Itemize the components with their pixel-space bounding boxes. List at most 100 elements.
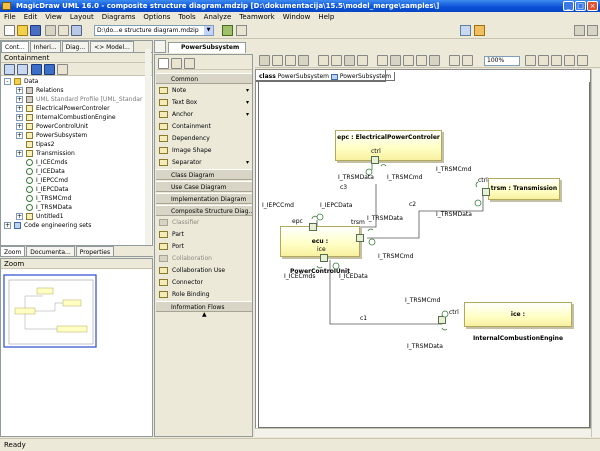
tree-item[interactable]: + Untitled1 [1, 212, 146, 221]
bezier-path-icon[interactable] [357, 55, 368, 66]
palette-item[interactable]: Role Binding [157, 289, 252, 300]
tree-item[interactable]: + UML Standard Profile [UML_Standar [1, 95, 146, 104]
teamwork-icon[interactable] [474, 25, 485, 36]
palette-group[interactable]: Use Case Diagram [156, 181, 252, 192]
tree-item[interactable]: + Transmission [1, 149, 146, 158]
fill-color-icon[interactable] [377, 55, 388, 66]
more-diagram-tools-icon[interactable] [577, 55, 588, 66]
back-icon[interactable] [236, 25, 247, 36]
expand-node-icon[interactable]: + [16, 123, 23, 130]
menu-diagrams[interactable]: Diagrams [98, 12, 140, 23]
expand-node-icon[interactable]: + [16, 96, 23, 103]
expand-node-icon[interactable]: + [16, 105, 23, 112]
expand-all-icon[interactable] [17, 64, 28, 75]
canvas-vertical-scrollbar[interactable] [591, 69, 600, 437]
palette-item[interactable]: Separator ▾ [157, 157, 252, 168]
layout-icon[interactable] [574, 25, 585, 36]
diagram-canvas[interactable]: class PowerSubsystem PowerSubsystem epc … [255, 69, 591, 437]
menu-help[interactable]: Help [314, 12, 338, 23]
tab-zoom[interactable]: Zoom [0, 246, 26, 256]
send-back-icon[interactable] [429, 55, 440, 66]
align-right-icon[interactable] [285, 55, 296, 66]
sort-icon[interactable] [44, 64, 55, 75]
dropdown-arrow-icon[interactable]: ▾ [246, 157, 249, 168]
menu-layout[interactable]: Layout [66, 12, 98, 23]
show-filter-icon[interactable] [31, 64, 42, 75]
palette-item[interactable]: Containment [157, 121, 252, 132]
palette-item[interactable]: Connector [157, 277, 252, 288]
save-icon[interactable] [30, 25, 41, 36]
tree-item[interactable]: I_IEPCCmd [1, 176, 146, 185]
tree-item[interactable]: I_TRSMCmd [1, 194, 146, 203]
menu-window[interactable]: Window [279, 12, 315, 23]
menu-view[interactable]: View [41, 12, 66, 23]
tab-powersubsystem[interactable]: PowerSubsystem [168, 42, 246, 53]
bring-front-icon[interactable] [416, 55, 427, 66]
dropdown-arrow-icon[interactable]: ▾ [246, 85, 249, 96]
undo-icon[interactable] [71, 25, 82, 36]
pointer-icon[interactable] [158, 58, 169, 69]
expand-node-icon[interactable]: + [16, 87, 23, 94]
collapse-node-icon[interactable]: - [4, 78, 11, 85]
tab-properties[interactable]: Properties [75, 246, 115, 256]
tree-item[interactable]: I_ICEData [1, 167, 146, 176]
zoom-in-icon[interactable] [449, 55, 460, 66]
chevron-down-icon[interactable]: ▼ [204, 26, 213, 35]
menu-analyze[interactable]: Analyze [200, 12, 236, 23]
align-left-icon[interactable] [259, 55, 270, 66]
layout-diagram-icon[interactable] [551, 55, 562, 66]
tree-item[interactable]: - Data [1, 77, 146, 86]
palette-item[interactable]: Text Box ▾ [157, 97, 252, 108]
canvas-horizontal-scrollbar[interactable] [255, 428, 591, 437]
expand-node-icon[interactable]: + [16, 132, 23, 139]
marquee-icon[interactable] [171, 58, 182, 69]
distribute-icon[interactable] [298, 55, 309, 66]
zoom-overview-thumbnail[interactable] [1, 270, 152, 437]
tree-item[interactable]: + Relations [1, 86, 146, 95]
zoom-level-select[interactable]: 100% [484, 56, 520, 66]
dropdown-arrow-icon[interactable]: ▾ [246, 109, 249, 120]
tab-diagrams[interactable]: Diag... [61, 41, 90, 52]
tree-item[interactable]: + Code engineering sets [1, 221, 146, 230]
tree-item[interactable]: I_IEPCData [1, 185, 146, 194]
tree-item[interactable]: I_ICECmds [1, 158, 146, 167]
palette-item[interactable]: Port [157, 241, 252, 252]
menu-teamwork[interactable]: Teamwork [235, 12, 278, 23]
menu-edit[interactable]: Edit [20, 12, 42, 23]
palette-group[interactable]: Class Diagram [156, 169, 252, 180]
expand-node-icon[interactable]: + [16, 114, 23, 121]
open-project-icon[interactable] [17, 25, 28, 36]
more-tools-icon[interactable] [587, 25, 598, 36]
tree-item[interactable]: + PowerSubsystem [1, 131, 146, 140]
palette-item[interactable]: Anchor ▾ [157, 109, 252, 120]
oblique-path-icon[interactable] [344, 55, 355, 66]
maximize-button[interactable]: □ [575, 1, 586, 11]
palette-item[interactable]: Part [157, 229, 252, 240]
line-color-icon[interactable] [390, 55, 401, 66]
fit-icon[interactable] [525, 55, 536, 66]
menu-options[interactable]: Options [139, 12, 174, 23]
font-icon[interactable] [403, 55, 414, 66]
browser-options-icon[interactable] [57, 64, 68, 75]
align-center-icon[interactable] [272, 55, 283, 66]
palette-item[interactable]: Dependency [157, 133, 252, 144]
minimize-button[interactable]: _ [563, 1, 574, 11]
print-icon[interactable] [45, 25, 56, 36]
menu-tools[interactable]: Tools [174, 12, 199, 23]
palette-group[interactable]: Composite Structure Diag... [156, 205, 252, 216]
project-selector-combo[interactable]: D:\do...e structure diagram.mdzip ▼ [94, 25, 214, 36]
palette-scroll-up-icon[interactable]: ▲ [202, 311, 207, 318]
find-icon[interactable] [460, 25, 471, 36]
dropdown-arrow-icon[interactable]: ▾ [246, 97, 249, 108]
expand-node-icon[interactable]: + [4, 222, 11, 229]
tab-model-extensions[interactable]: <> Model... [90, 41, 134, 52]
new-project-icon[interactable] [4, 25, 15, 36]
toggle-grid-icon[interactable] [538, 55, 549, 66]
diagram-properties-icon[interactable] [564, 55, 575, 66]
collapse-all-icon[interactable] [4, 64, 15, 75]
palette-item[interactable]: Image Shape [157, 145, 252, 156]
palette-group[interactable]: Common [156, 73, 252, 84]
expand-node-icon[interactable]: + [16, 150, 23, 157]
tree-item[interactable]: + ElectricalPowerControler [1, 104, 146, 113]
zoom-out-icon[interactable] [462, 55, 473, 66]
